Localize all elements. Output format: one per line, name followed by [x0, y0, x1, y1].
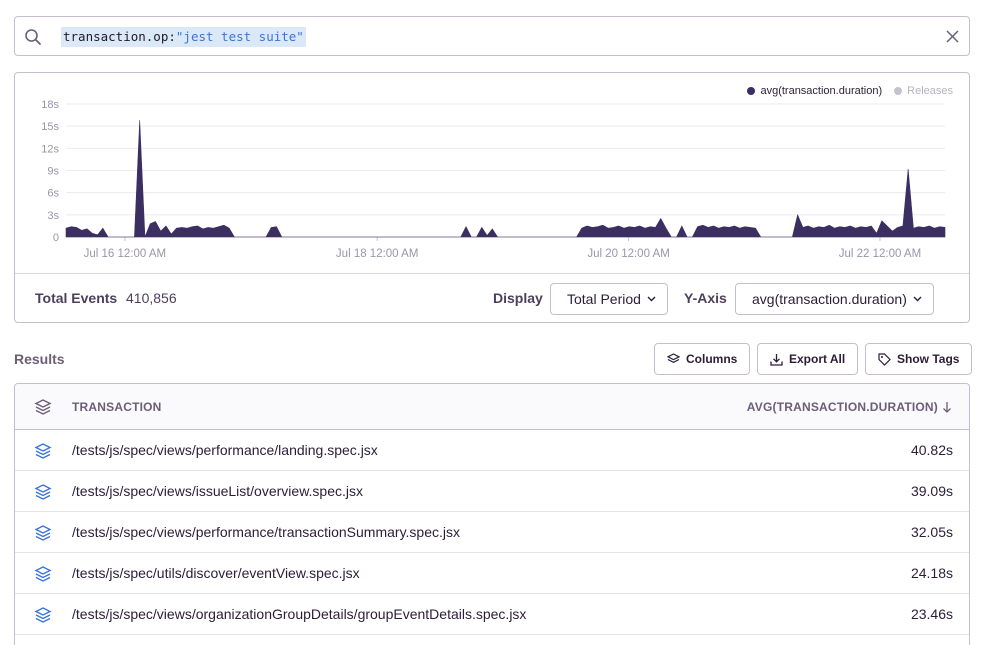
duration-value: 24.18s: [910, 565, 953, 581]
y-tick-label: 18s: [41, 99, 59, 111]
results-title: Results: [14, 351, 65, 367]
chevron-down-icon: [647, 296, 656, 302]
stack-icon: [34, 399, 52, 415]
table-body: /tests/js/spec/views/performance/landing…: [15, 430, 969, 635]
table-row: /tests/js/spec/views/performance/landing…: [15, 430, 969, 471]
duration-value: 40.82s: [910, 442, 953, 458]
series-area: [65, 120, 946, 238]
y-tick-label: 12s: [41, 143, 59, 155]
transaction-name[interactable]: /tests/js/spec/views/issueList/overview.…: [72, 483, 363, 499]
duration-value: 23.46s: [910, 606, 953, 622]
yaxis-label: Y-Axis: [684, 290, 727, 306]
stack-icon[interactable]: [34, 524, 52, 542]
stack-icon: [667, 352, 680, 363]
y-tick-label: 15s: [41, 121, 59, 133]
search-bar[interactable]: transaction.op:"jest test suite": [14, 16, 970, 56]
display-select-value: Total Period: [567, 291, 641, 307]
legend-series-dot: [747, 87, 756, 95]
chart-legend: avg(transaction.duration) Releases: [747, 85, 953, 97]
table-row: /tests/js/spec/views/issueList/overview.…: [15, 471, 969, 512]
x-tick-label: Jul 22 12:00 AM: [839, 248, 921, 260]
stack-icon[interactable]: [34, 565, 52, 583]
columns-button[interactable]: Columns: [654, 343, 751, 375]
legend-series[interactable]: avg(transaction.duration): [747, 85, 882, 97]
display-select[interactable]: Total Period: [550, 283, 668, 315]
arrow-down-icon: [943, 402, 951, 413]
chart-footer: Total Events 410,856 Display Total Perio…: [15, 273, 969, 322]
legend-releases-label: Releases: [907, 85, 953, 97]
results-table: TRANSACTION AVG(TRANSACTION.DURATION) /t…: [14, 383, 970, 645]
stack-icon[interactable]: [34, 606, 52, 624]
export-all-button[interactable]: Export All: [757, 343, 859, 375]
transaction-name[interactable]: /tests/js/spec/views/organizationGroupDe…: [72, 606, 526, 622]
yaxis-select[interactable]: avg(transaction.duration): [735, 283, 934, 315]
chevron-down-icon: [913, 296, 922, 302]
column-header-transaction[interactable]: TRANSACTION: [72, 400, 162, 414]
show-tags-button[interactable]: Show Tags: [865, 343, 973, 375]
table-header: TRANSACTION AVG(TRANSACTION.DURATION): [15, 384, 969, 430]
table-row: /tests/js/spec/utils/discover/eventView.…: [15, 553, 969, 594]
x-tick-label: Jul 16 12:00 AM: [84, 248, 166, 260]
y-tick-label: 9s: [47, 166, 59, 178]
column-header-duration[interactable]: AVG(TRANSACTION.DURATION): [747, 400, 952, 414]
table-row: /tests/js/spec/views/organizationGroupDe…: [15, 594, 969, 635]
query-value: "jest test suite": [175, 29, 304, 44]
chart-panel: 0 3s 6s 9s 12s 15s 18s Jul 16 12:00 AM Jul 18 12…: [14, 72, 970, 323]
close-icon[interactable]: [946, 30, 959, 43]
total-events-value: 410,856: [126, 290, 177, 306]
table-row: /tests/js/spec/views/performance/transac…: [15, 512, 969, 553]
show-tags-button-label: Show Tags: [897, 352, 960, 366]
yaxis-select-value: avg(transaction.duration): [752, 291, 907, 307]
total-events-label: Total Events: [35, 290, 118, 306]
stack-icon[interactable]: [34, 442, 52, 460]
download-icon: [770, 353, 783, 366]
duration-chart: 0 3s 6s 9s 12s 15s 18s Jul 16 12:00 AM Jul 18 12…: [41, 99, 946, 260]
display-label: Display: [493, 290, 543, 306]
x-tick-label: Jul 20 12:00 AM: [587, 248, 669, 260]
y-tick-label: 0: [53, 232, 59, 244]
y-tick-label: 3s: [47, 210, 59, 222]
transaction-name[interactable]: /tests/js/spec/views/performance/landing…: [72, 442, 378, 458]
legend-releases-dot: [894, 87, 903, 95]
columns-button-label: Columns: [686, 352, 738, 366]
transaction-name[interactable]: /tests/js/spec/utils/discover/eventView.…: [72, 565, 360, 581]
duration-value: 32.05s: [910, 524, 953, 540]
x-tick-label: Jul 18 12:00 AM: [336, 248, 418, 260]
export-all-button-label: Export All: [789, 352, 846, 366]
transaction-name[interactable]: /tests/js/spec/views/performance/transac…: [72, 524, 460, 540]
duration-value: 39.09s: [910, 483, 953, 499]
tag-icon: [878, 352, 891, 366]
stack-icon[interactable]: [34, 483, 52, 501]
y-tick-label: 6s: [47, 188, 59, 200]
search-query[interactable]: transaction.op:"jest test suite": [61, 27, 306, 47]
query-key: transaction.op:: [63, 29, 176, 44]
column-header-duration-label: AVG(TRANSACTION.DURATION): [746, 400, 938, 414]
legend-releases[interactable]: Releases: [894, 85, 953, 97]
legend-series-label: avg(transaction.duration): [760, 85, 883, 97]
search-icon: [25, 29, 41, 45]
